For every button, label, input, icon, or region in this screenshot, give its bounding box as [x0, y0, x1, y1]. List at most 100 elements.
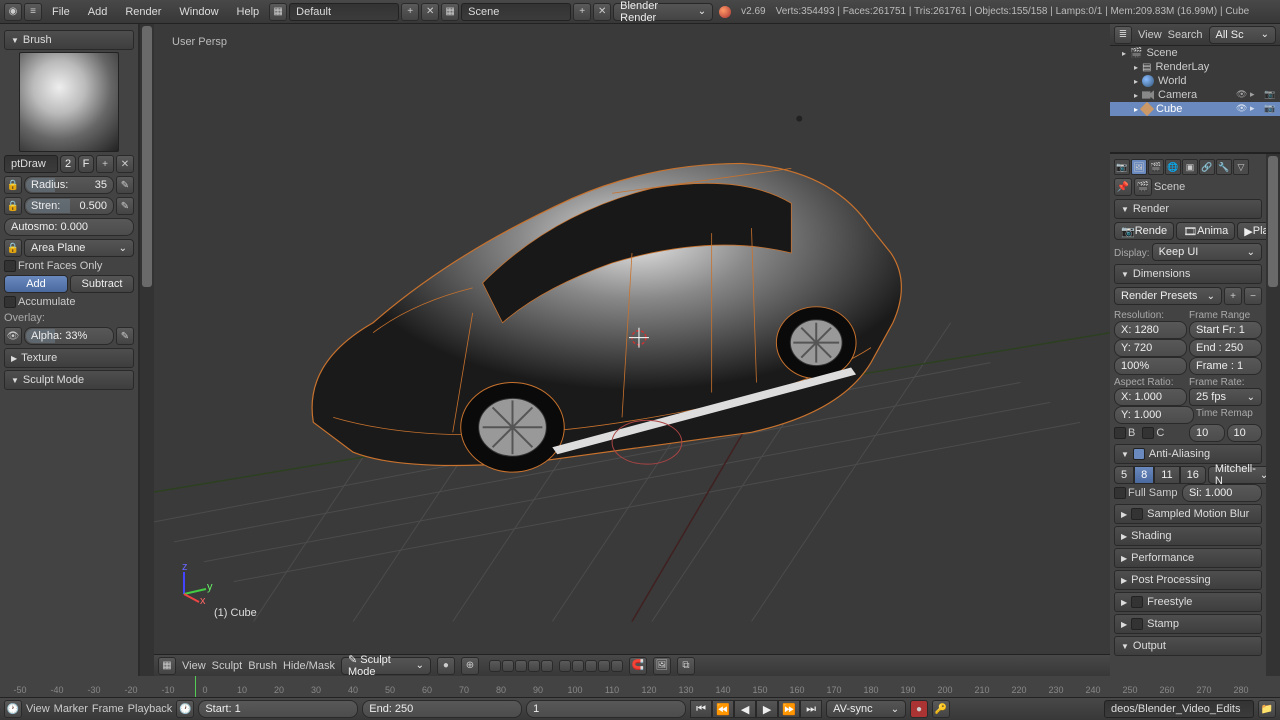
blender-icon[interactable]: ◉ — [4, 3, 22, 21]
overlay-alpha-field[interactable]: Alpha: 33% — [24, 327, 114, 345]
outliner-item-cube[interactable]: ▸Cube👁▸📷 — [1110, 102, 1280, 116]
path-field[interactable]: deos/Blender_Video_Edits — [1104, 700, 1254, 718]
render-preview-icon[interactable]: 🖼 — [653, 657, 671, 675]
radius-pressure-icon[interactable]: ✎ — [116, 176, 134, 194]
autosmooth-field[interactable]: Autosmo: 0.000 — [4, 218, 134, 236]
scene-browse-icon[interactable]: ▦ — [441, 3, 459, 21]
snap-icon[interactable]: 🧲 — [629, 657, 647, 675]
overlay-edit-icon[interactable]: ✎ — [116, 327, 134, 345]
3dview-sculpt-menu[interactable]: Sculpt — [212, 660, 243, 672]
timeline-ruler[interactable]: -50-40-30-20-100102030405060708090100110… — [0, 676, 1280, 698]
tab-render-layers[interactable]: 🖼 — [1131, 159, 1147, 175]
tab-render[interactable]: 📷 — [1114, 159, 1130, 175]
fps-dropdown[interactable]: 25 fps — [1189, 388, 1262, 406]
aa-filter-dropdown[interactable]: Mitchell-N — [1208, 466, 1266, 484]
menu-help[interactable]: Help — [229, 2, 268, 22]
keyframe-next-icon[interactable]: ⏩ — [778, 700, 800, 718]
layer-buttons[interactable] — [489, 660, 623, 672]
outliner-item-renderlay[interactable]: ▸▤RenderLay — [1110, 60, 1280, 74]
subtract-button[interactable]: Subtract — [70, 275, 134, 293]
play-reverse-icon[interactable]: ◀ — [734, 700, 756, 718]
keyframe-prev-icon[interactable]: ⏪ — [712, 700, 734, 718]
scene-name[interactable]: Scene — [461, 3, 571, 21]
res-x-field[interactable]: X: 1280 — [1114, 321, 1187, 339]
aa-8[interactable]: 8 — [1134, 466, 1154, 484]
3dview-view-menu[interactable]: View — [182, 660, 206, 672]
render-presets-dropdown[interactable]: Render Presets — [1114, 287, 1222, 305]
strength-lock-icon[interactable]: 🔒 — [4, 197, 22, 215]
scene-del-icon[interactable]: ✕ — [593, 3, 611, 21]
panel-post-processing[interactable]: Post Processing — [1114, 570, 1262, 590]
layout-del-icon[interactable]: ✕ — [421, 3, 439, 21]
menu-add[interactable]: Add — [80, 2, 116, 22]
display-mode-dropdown[interactable]: Keep UI — [1152, 243, 1262, 261]
playhead[interactable] — [195, 676, 196, 697]
crop-checkbox[interactable] — [1142, 427, 1154, 439]
menu-file[interactable]: File — [44, 2, 78, 22]
panel-output[interactable]: Output — [1114, 636, 1262, 656]
end-frame-field[interactable]: End : 250 — [1189, 339, 1262, 357]
menu-window[interactable]: Window — [171, 2, 226, 22]
brush-preview[interactable] — [19, 52, 119, 152]
tab-scene[interactable]: 🎬 — [1148, 159, 1164, 175]
aa-enable-checkbox[interactable] — [1133, 448, 1145, 460]
layout-browse-icon[interactable]: ▦ — [269, 3, 287, 21]
panel-freestyle[interactable]: Freestyle — [1114, 592, 1262, 612]
render-panel-header[interactable]: Render — [1114, 199, 1262, 219]
tab-object[interactable]: ▣ — [1182, 159, 1198, 175]
panel-stamp[interactable]: Stamp — [1114, 614, 1262, 634]
front-faces-checkbox[interactable] — [4, 260, 16, 272]
play-button[interactable]: ▶Play — [1237, 222, 1266, 240]
overlay-view-icon[interactable]: 👁 — [4, 327, 22, 345]
preview-range-icon[interactable]: 🕐 — [176, 700, 194, 718]
jump-start-icon[interactable]: ⏮ — [690, 700, 712, 718]
menu-render[interactable]: Render — [117, 2, 169, 22]
outliner-item-scene[interactable]: ▸🎬Scene — [1110, 46, 1280, 60]
remap-new-field[interactable]: 10 — [1227, 424, 1263, 442]
layout-add-icon[interactable]: + — [401, 3, 419, 21]
aa-panel-header[interactable]: Anti-Aliasing — [1114, 444, 1262, 464]
brush-panel-header[interactable]: Brush — [4, 30, 134, 50]
timeline-view-menu[interactable]: View — [26, 703, 50, 715]
timeline-editor-icon[interactable]: 🕐 — [4, 700, 22, 718]
tab-data[interactable]: ▽ — [1233, 159, 1249, 175]
plane-lock-icon[interactable]: 🔒 — [4, 239, 22, 257]
shading-icon[interactable]: ● — [437, 657, 455, 675]
aspect-y-field[interactable]: Y: 1.000 — [1114, 406, 1194, 424]
current-frame-field[interactable]: 1 — [526, 700, 686, 718]
outliner-item-world[interactable]: ▸World — [1110, 74, 1280, 88]
texture-panel-header[interactable]: Texture — [4, 348, 134, 368]
tab-world[interactable]: 🌐 — [1165, 159, 1181, 175]
outliner-tree[interactable]: ▸🎬Scene▸▤RenderLay▸World▸Camera👁▸📷▸Cube👁… — [1110, 46, 1280, 116]
preset-add-icon[interactable]: + — [1224, 287, 1242, 305]
strength-pressure-icon[interactable]: ✎ — [116, 197, 134, 215]
outliner-view-menu[interactable]: View — [1138, 29, 1162, 41]
start-field[interactable]: Start: 1 — [198, 700, 358, 718]
aa-11[interactable]: 11 — [1154, 466, 1179, 484]
strength-field[interactable]: Stren:0.500 — [24, 197, 114, 215]
tab-constraints[interactable]: 🔗 — [1199, 159, 1215, 175]
brush-del-icon[interactable]: ✕ — [116, 155, 134, 173]
accumulate-checkbox[interactable] — [4, 296, 16, 308]
layout-name[interactable]: Default — [289, 3, 399, 21]
3dview-brush-menu[interactable]: Brush — [248, 660, 277, 672]
remap-old-field[interactable]: 10 — [1189, 424, 1225, 442]
scene-add-icon[interactable]: + — [573, 3, 591, 21]
timeline-playback-menu[interactable]: Playback — [128, 703, 173, 715]
tab-modifiers[interactable]: 🔧 — [1216, 159, 1232, 175]
filter-size-field[interactable]: Si: 1.000 — [1182, 484, 1262, 502]
outliner-search-menu[interactable]: Search — [1168, 29, 1203, 41]
pivot-icon[interactable]: ⊕ — [461, 657, 479, 675]
3d-viewport[interactable]: User Persp (1) Cube zyx — [154, 24, 1110, 654]
autokey-icon[interactable]: ● — [910, 700, 928, 718]
outliner-display-dropdown[interactable]: All Sc — [1209, 26, 1276, 44]
res-pct-field[interactable]: 100% — [1114, 357, 1187, 375]
properties-tabs[interactable]: 📷 🖼 🎬 🌐 ▣ 🔗 🔧 ▽ — [1114, 159, 1262, 175]
3dview-editor-icon[interactable]: ▦ — [158, 657, 176, 675]
aspect-x-field[interactable]: X: 1.000 — [1114, 388, 1187, 406]
add-button[interactable]: Add — [4, 275, 68, 293]
full-sample-checkbox[interactable] — [1114, 487, 1126, 499]
frame-step-field[interactable]: Frame : 1 — [1189, 357, 1262, 375]
keying-set-icon[interactable]: 🔑 — [932, 700, 950, 718]
outliner-editor-icon[interactable]: ≣ — [1114, 26, 1132, 44]
